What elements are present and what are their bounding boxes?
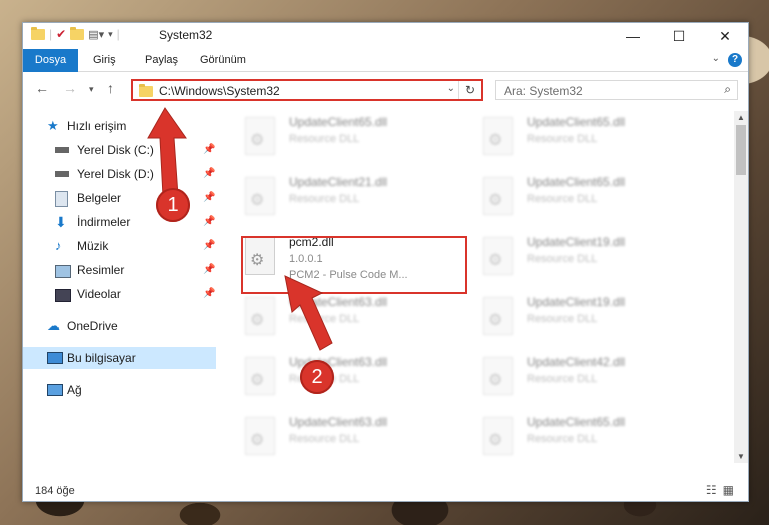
arrow-to-address-bar <box>147 107 187 197</box>
step-badge-1: 1 <box>156 188 190 222</box>
arrow-to-pcm2-dll <box>284 275 333 351</box>
step-badge-2: 2 <box>300 360 334 394</box>
annotation-arrows <box>147 107 333 351</box>
